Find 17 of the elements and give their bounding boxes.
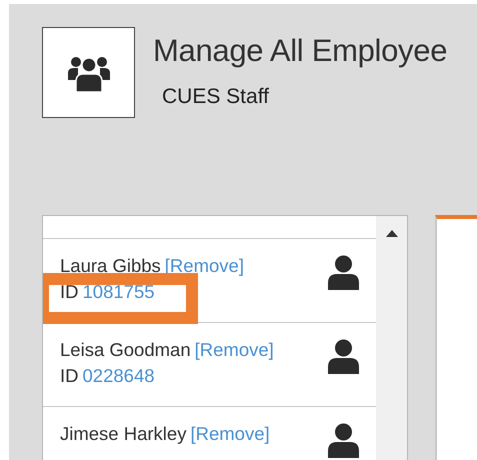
employee-name: Leisa Goodman [60, 339, 191, 361]
remove-link[interactable]: [Remove] [190, 423, 270, 445]
person-icon [327, 339, 360, 374]
scrollbar[interactable] [376, 216, 407, 460]
employee-id-link[interactable]: 0228648 [82, 365, 155, 387]
employee-id-link[interactable]: 1081755 [82, 281, 155, 303]
remove-link[interactable]: [Remove] [194, 339, 274, 361]
page-title: Manage All Employee [153, 33, 448, 69]
remove-link[interactable]: [Remove] [164, 255, 244, 277]
person-icon [327, 423, 360, 458]
page-subtitle: CUES Staff [162, 85, 270, 109]
person-icon [327, 255, 360, 290]
id-label: ID [60, 281, 78, 303]
scroll-up-icon[interactable] [386, 230, 398, 237]
id-label: ID [60, 365, 78, 387]
employee-name: Jimese Harkley [60, 423, 186, 445]
employee-name: Laura Gibbs [60, 255, 161, 277]
